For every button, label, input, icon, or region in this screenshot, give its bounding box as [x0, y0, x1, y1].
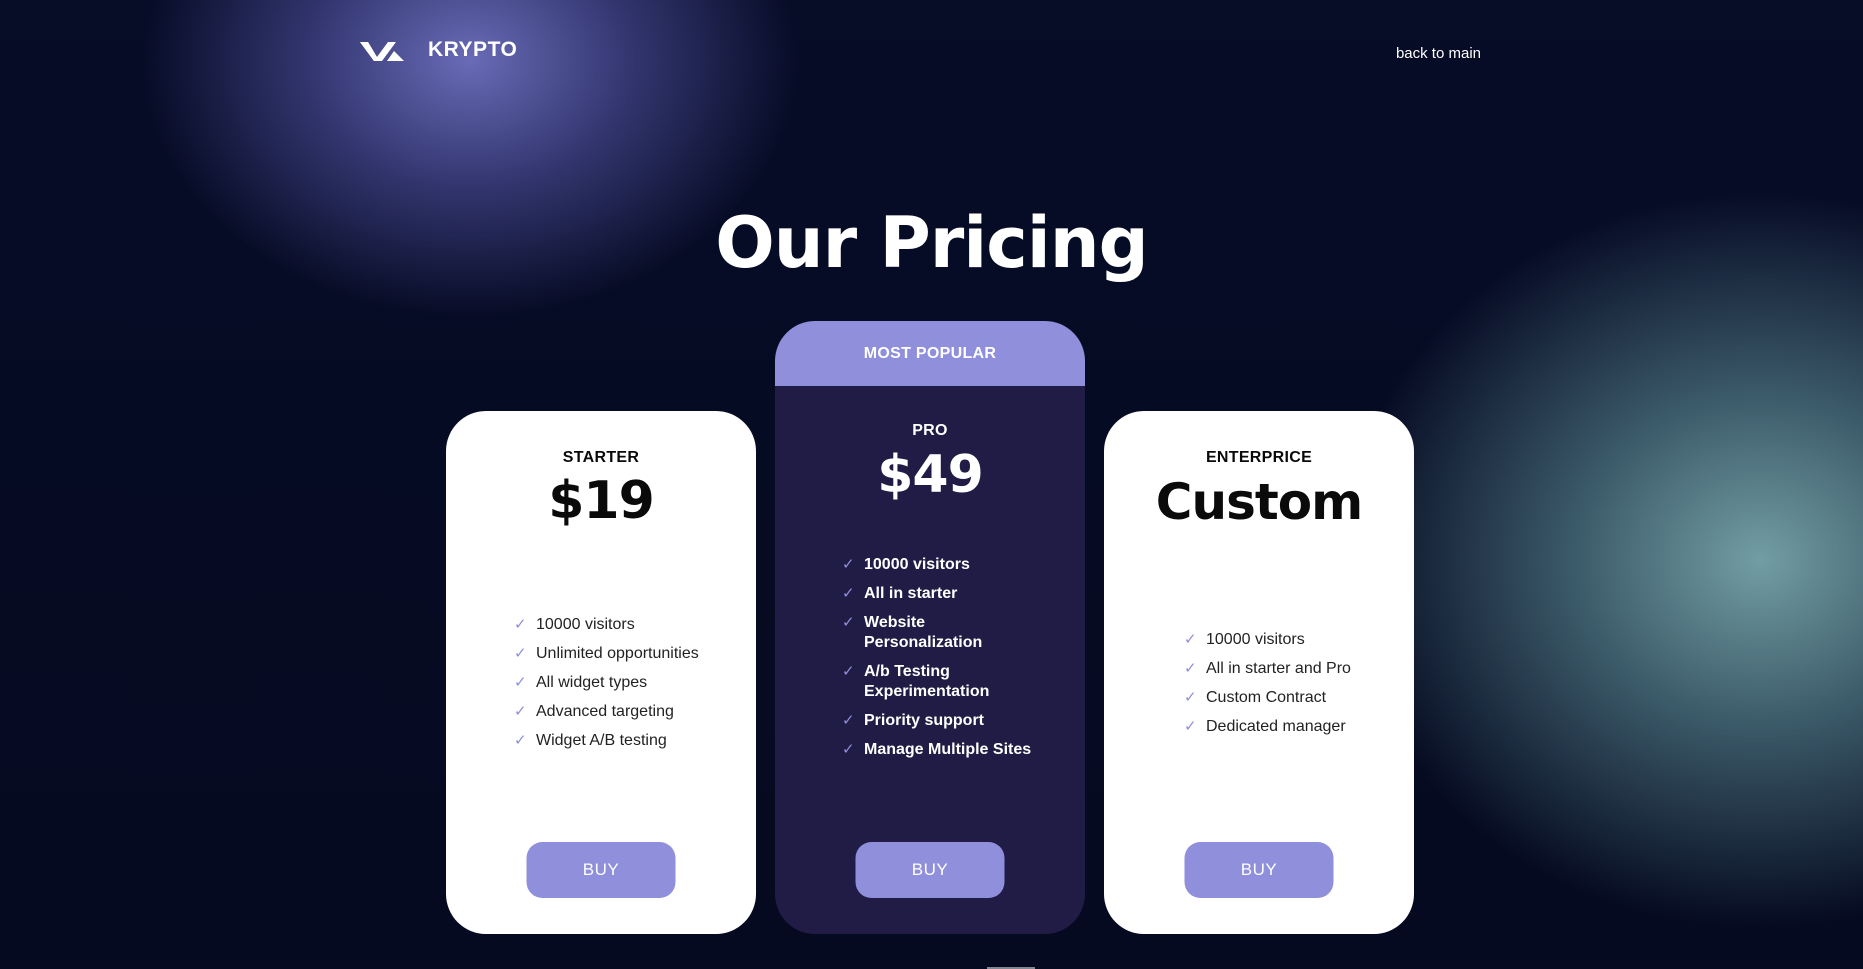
check-icon: ✓ [1184, 631, 1197, 648]
check-icon: ✓ [842, 663, 855, 680]
buy-button-enterprise[interactable]: BUY [1184, 842, 1334, 898]
va-logo-icon [360, 39, 404, 61]
check-icon: ✓ [1184, 660, 1197, 677]
check-icon: ✓ [842, 614, 855, 631]
feature-list: ✓ 10000 visitors ✓ All in starter and Pro … [1184, 630, 1404, 746]
most-popular-badge: MOST POPULAR [775, 321, 1085, 386]
plan-name: ENTERPRICE [1205, 449, 1313, 466]
feature-text: 10000 visitors [864, 556, 970, 573]
feature-text: Priority support [864, 712, 985, 729]
feature-text: A/b Testing Experimentation [864, 663, 990, 700]
feature-text: All in starter and Pro [1206, 660, 1351, 677]
feature-text: Website Personalization [864, 614, 983, 651]
feature-text: Unlimited opportunities [536, 645, 699, 662]
plan-price: $19 [548, 471, 655, 531]
list-item: ✓ All widget types [514, 673, 744, 693]
back-to-main-link[interactable]: back to main [1396, 45, 1481, 62]
brand-logo[interactable]: KRYPTO [360, 38, 517, 62]
pricing-card-pro: MOST POPULAR PRO $49 ✓ 10000 visitors ✓ Al… [775, 321, 1085, 934]
list-item: ✓ Widget A/B testing [514, 731, 744, 751]
plan-name: PRO [912, 422, 948, 439]
list-item: ✓ 10000 visitors [1184, 630, 1404, 650]
list-item: ✓ Custom Contract [1184, 688, 1404, 708]
list-item: ✓ A/b Testing Experimentation [842, 662, 1072, 702]
feature-text: Dedicated manager [1206, 718, 1346, 735]
list-item: ✓ Manage Multiple Sites [842, 740, 1072, 760]
check-icon: ✓ [842, 712, 855, 729]
check-icon: ✓ [842, 741, 855, 758]
check-icon: ✓ [842, 556, 855, 573]
plan-price: Custom [1155, 473, 1363, 531]
list-item: ✓ 10000 visitors [842, 555, 1072, 575]
list-item: ✓ 10000 visitors [514, 615, 744, 635]
check-icon: ✓ [514, 674, 527, 691]
feature-text: All in starter [864, 585, 958, 602]
check-icon: ✓ [842, 585, 855, 602]
list-item: ✓ Priority support [842, 711, 1072, 731]
pricing-card-starter: STARTER $19 ✓ 10000 visitors ✓ Unlimited o… [446, 411, 756, 934]
list-item: ✓ Dedicated manager [1184, 717, 1404, 737]
plan-price: $49 [877, 445, 984, 505]
pricing-card-enterprise: ENTERPRICE Custom ✓ 10000 visitors ✓ All i… [1104, 411, 1414, 934]
feature-text: Custom Contract [1206, 689, 1327, 706]
check-icon: ✓ [1184, 689, 1197, 706]
list-item: ✓ Unlimited opportunities [514, 644, 744, 664]
feature-text: Advanced targeting [536, 703, 674, 720]
feature-list: ✓ 10000 visitors ✓ Unlimited opportunities… [514, 615, 744, 760]
check-icon: ✓ [514, 616, 527, 633]
check-icon: ✓ [514, 645, 527, 662]
list-item: ✓ Website Personalization [842, 613, 1072, 653]
check-icon: ✓ [1184, 718, 1197, 735]
list-item: ✓ All in starter [842, 584, 1072, 604]
feature-text: 10000 visitors [1206, 631, 1305, 648]
buy-button-starter[interactable]: BUY [526, 842, 676, 898]
feature-text: 10000 visitors [536, 616, 635, 633]
list-item: ✓ All in starter and Pro [1184, 659, 1404, 679]
site-header: KRYPTO back to main [0, 0, 1863, 110]
check-icon: ✓ [514, 732, 527, 749]
feature-list: ✓ 10000 visitors ✓ All in starter ✓ Website… [842, 555, 1072, 769]
feature-text: Manage Multiple Sites [864, 741, 1032, 758]
buy-button-pro[interactable]: BUY [855, 842, 1005, 898]
brand-name: KRYPTO [428, 38, 518, 61]
feature-text: All widget types [536, 674, 648, 691]
plan-name: STARTER [562, 449, 640, 466]
page-title: Our Pricing [715, 202, 1148, 284]
feature-text: Widget A/B testing [536, 732, 667, 749]
check-icon: ✓ [514, 703, 527, 720]
list-item: ✓ Advanced targeting [514, 702, 744, 722]
